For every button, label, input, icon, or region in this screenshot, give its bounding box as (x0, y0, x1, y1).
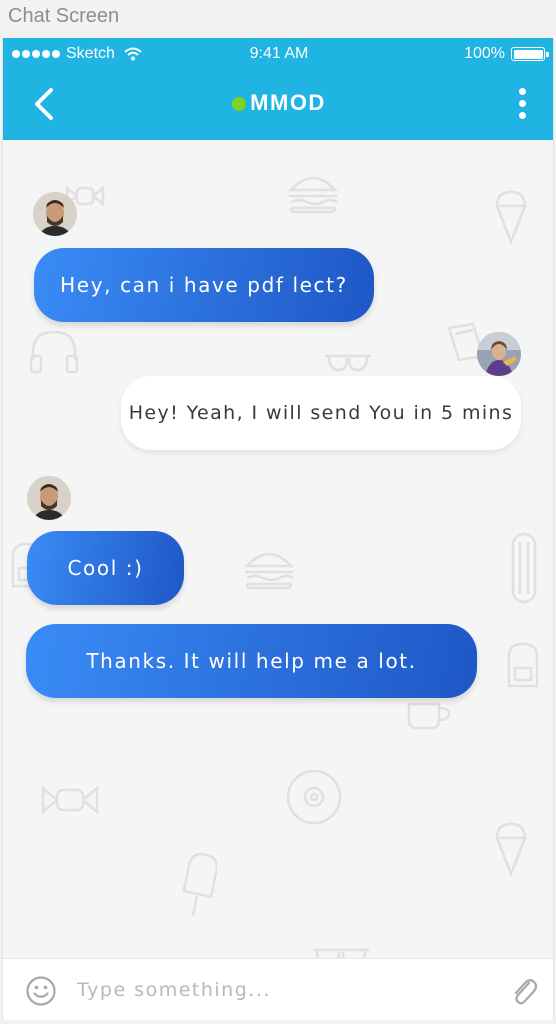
smiley-icon[interactable] (25, 975, 57, 1007)
popsicle-doodle-icon (182, 852, 217, 917)
candy-doodle-icon (41, 785, 99, 815)
vinyl-doodle-icon (286, 769, 342, 825)
navigation-bar: Sketch 9:41 AM 100% MMOD (3, 38, 553, 140)
burger-doodle-icon (288, 176, 338, 214)
chat-screen: Sketch 9:41 AM 100% MMOD Hey, can i have… (2, 38, 554, 1020)
user-avatar[interactable] (477, 332, 521, 376)
ice-cream-doodle-icon (495, 822, 527, 878)
more-options-icon[interactable] (515, 88, 529, 124)
avatar-photo (477, 332, 521, 376)
backpack-doodle-icon (507, 642, 539, 688)
battery-percentage: 100% (464, 45, 505, 62)
online-status-indicator (232, 97, 247, 111)
headphones-doodle-icon (29, 330, 79, 374)
message-bubble-outgoing[interactable]: Hey! Yeah, I will send You in 5 mins (121, 376, 521, 450)
message-text: Hey! Yeah, I will send You in 5 mins (128, 402, 514, 424)
message-text: Cool :) (67, 556, 144, 580)
chat-title: MMOD (3, 90, 553, 116)
message-text: Hey, can i have pdf lect? (60, 273, 348, 297)
paperclip-icon[interactable] (509, 975, 539, 1007)
message-input[interactable] (77, 969, 487, 1011)
avatar-photo (27, 476, 71, 520)
hotdog-doodle-icon (511, 532, 537, 604)
cup-doodle-icon (407, 702, 451, 730)
glasses-doodle-icon (325, 354, 371, 372)
ice-cream-doodle-icon (495, 190, 527, 246)
artboard-label: Chat Screen (8, 5, 120, 27)
message-text: Thanks. It will help me a lot. (86, 649, 417, 673)
burger-doodle-icon (244, 552, 294, 590)
message-bubble-incoming[interactable]: Thanks. It will help me a lot. (26, 624, 477, 698)
battery-icon (511, 47, 549, 61)
battery-status: 100% (464, 45, 549, 63)
message-bubble-incoming[interactable]: Cool :) (27, 531, 184, 605)
avatar-photo (33, 192, 77, 236)
contact-name: MMOD (250, 90, 326, 115)
contact-avatar[interactable] (27, 476, 71, 520)
message-bubble-incoming[interactable]: Hey, can i have pdf lect? (34, 248, 374, 322)
contact-avatar[interactable] (33, 192, 77, 236)
status-bar: Sketch 9:41 AM 100% (3, 38, 553, 70)
message-composer (3, 958, 553, 1020)
